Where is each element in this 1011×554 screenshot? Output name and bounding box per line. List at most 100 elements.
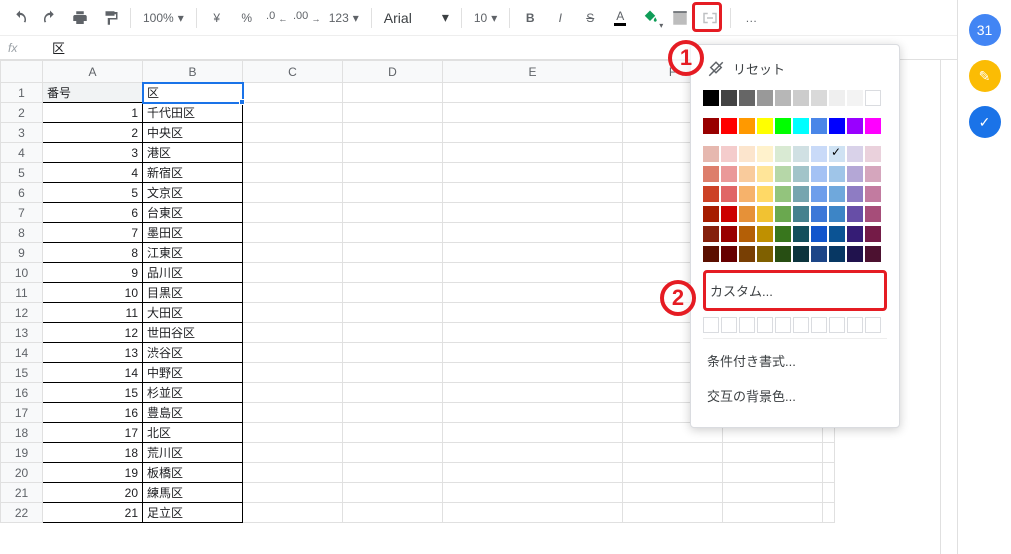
cell-E10[interactable] <box>443 263 623 283</box>
recent-swatch[interactable] <box>721 317 737 333</box>
cell-E14[interactable] <box>443 343 623 363</box>
row-header-14[interactable]: 14 <box>1 343 43 363</box>
row-header-1[interactable]: 1 <box>1 83 43 103</box>
cell-H20[interactable] <box>823 463 835 483</box>
color-swatch[interactable] <box>757 146 773 162</box>
recent-swatch[interactable] <box>775 317 791 333</box>
color-swatch[interactable] <box>775 146 791 162</box>
color-swatch[interactable] <box>793 90 809 106</box>
cell-A8[interactable]: 7 <box>43 223 143 243</box>
font-size-select[interactable]: 10▾ <box>468 4 503 32</box>
color-swatch[interactable] <box>847 226 863 242</box>
color-swatch[interactable] <box>865 90 881 106</box>
color-swatch[interactable] <box>703 186 719 202</box>
cell-C6[interactable] <box>243 183 343 203</box>
cell-E8[interactable] <box>443 223 623 243</box>
cell-B19[interactable]: 荒川区 <box>143 443 243 463</box>
cell-C3[interactable] <box>243 123 343 143</box>
cell-C20[interactable] <box>243 463 343 483</box>
cell-D17[interactable] <box>343 403 443 423</box>
decrease-decimal-button[interactable]: .0 ← <box>263 4 291 32</box>
text-color-button[interactable]: A <box>606 4 634 32</box>
conditional-format-item[interactable]: 条件付き書式... <box>703 343 887 378</box>
color-swatch[interactable] <box>739 246 755 262</box>
row-header-20[interactable]: 20 <box>1 463 43 483</box>
cell-A4[interactable]: 3 <box>43 143 143 163</box>
color-swatch[interactable] <box>793 146 809 162</box>
color-swatch[interactable] <box>739 166 755 182</box>
cell-D4[interactable] <box>343 143 443 163</box>
color-swatch[interactable] <box>757 246 773 262</box>
cell-C15[interactable] <box>243 363 343 383</box>
cell-B1[interactable]: 区 <box>143 83 243 103</box>
cell-F19[interactable] <box>623 443 723 463</box>
color-swatch[interactable] <box>739 206 755 222</box>
cell-A6[interactable]: 5 <box>43 183 143 203</box>
row-header-3[interactable]: 3 <box>1 123 43 143</box>
cell-A5[interactable]: 4 <box>43 163 143 183</box>
color-swatch[interactable] <box>811 166 827 182</box>
cell-G22[interactable] <box>723 503 823 523</box>
print-button[interactable] <box>66 4 94 32</box>
cell-C5[interactable] <box>243 163 343 183</box>
cell-E18[interactable] <box>443 423 623 443</box>
color-swatch[interactable] <box>757 166 773 182</box>
cell-B21[interactable]: 練馬区 <box>143 483 243 503</box>
color-swatch[interactable] <box>865 226 881 242</box>
cell-E13[interactable] <box>443 323 623 343</box>
color-swatch[interactable] <box>775 118 791 134</box>
col-header-B[interactable]: B <box>143 61 243 83</box>
cell-D13[interactable] <box>343 323 443 343</box>
tasks-sideicon[interactable]: ✓ <box>969 106 1001 138</box>
color-swatch[interactable] <box>775 226 791 242</box>
cell-B8[interactable]: 墨田区 <box>143 223 243 243</box>
col-header-C[interactable]: C <box>243 61 343 83</box>
color-swatch[interactable] <box>865 166 881 182</box>
cell-F21[interactable] <box>623 483 723 503</box>
color-swatch[interactable] <box>739 118 755 134</box>
cell-E15[interactable] <box>443 363 623 383</box>
row-header-6[interactable]: 6 <box>1 183 43 203</box>
color-swatch[interactable] <box>829 166 845 182</box>
cell-G21[interactable] <box>723 483 823 503</box>
color-swatch[interactable] <box>865 146 881 162</box>
cell-B9[interactable]: 江東区 <box>143 243 243 263</box>
cell-C2[interactable] <box>243 103 343 123</box>
cell-G19[interactable] <box>723 443 823 463</box>
color-swatch[interactable] <box>775 166 791 182</box>
cell-H19[interactable] <box>823 443 835 463</box>
cell-F20[interactable] <box>623 463 723 483</box>
color-swatch[interactable] <box>721 90 737 106</box>
color-swatch[interactable] <box>865 118 881 134</box>
percent-button[interactable]: % <box>233 4 261 32</box>
cell-C9[interactable] <box>243 243 343 263</box>
cell-E22[interactable] <box>443 503 623 523</box>
color-swatch[interactable] <box>811 118 827 134</box>
color-swatch[interactable] <box>811 146 827 162</box>
cell-C19[interactable] <box>243 443 343 463</box>
color-swatch[interactable] <box>703 246 719 262</box>
cell-B20[interactable]: 板橋区 <box>143 463 243 483</box>
row-header-17[interactable]: 17 <box>1 403 43 423</box>
color-swatch[interactable] <box>703 90 719 106</box>
color-swatch[interactable] <box>793 206 809 222</box>
color-swatch[interactable] <box>829 246 845 262</box>
color-swatch[interactable] <box>793 166 809 182</box>
strike-button[interactable]: S <box>576 4 604 32</box>
recent-swatch[interactable] <box>739 317 755 333</box>
cell-E4[interactable] <box>443 143 623 163</box>
row-header-22[interactable]: 22 <box>1 503 43 523</box>
color-swatch[interactable] <box>757 118 773 134</box>
font-family-select[interactable]: Arial▾ <box>378 4 455 32</box>
color-swatch[interactable] <box>847 118 863 134</box>
cell-D21[interactable] <box>343 483 443 503</box>
color-swatch[interactable] <box>811 206 827 222</box>
cell-B6[interactable]: 文京区 <box>143 183 243 203</box>
color-swatch[interactable] <box>829 186 845 202</box>
cell-C22[interactable] <box>243 503 343 523</box>
increase-decimal-button[interactable]: .00 → <box>293 4 321 32</box>
cell-D18[interactable] <box>343 423 443 443</box>
cell-C8[interactable] <box>243 223 343 243</box>
cell-E1[interactable] <box>443 83 623 103</box>
color-swatch[interactable] <box>739 186 755 202</box>
